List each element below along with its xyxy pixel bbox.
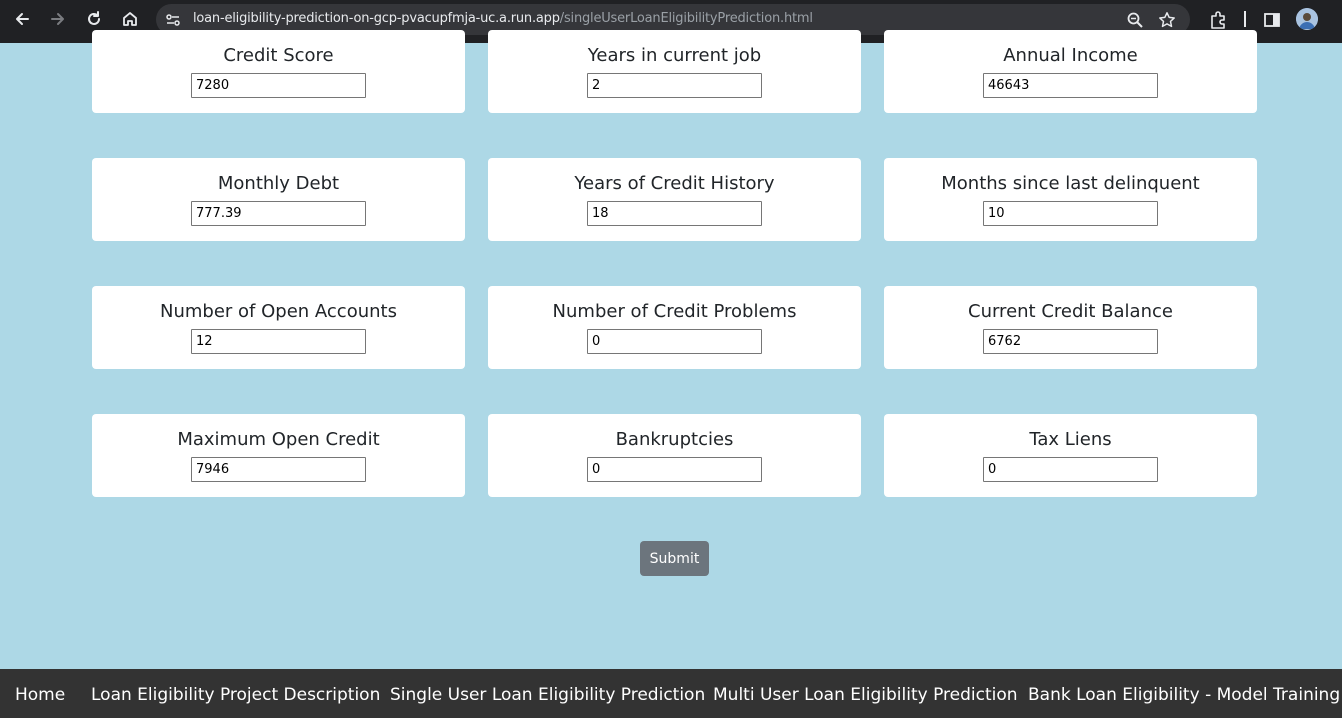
field-card-bankruptcies: Bankruptcies — [488, 414, 861, 497]
nav-link-project-description[interactable]: Loan Eligibility Project Description — [91, 685, 380, 705]
nav-link-single-user-prediction[interactable]: Single User Loan Eligibility Prediction — [390, 685, 705, 705]
side-panel-icon[interactable] — [1262, 10, 1282, 30]
nav-link-model-training[interactable]: Bank Loan Eligibility - Model Training — [1028, 685, 1340, 705]
field-label: Tax Liens — [1029, 429, 1112, 450]
annual-income-input[interactable] — [983, 73, 1158, 98]
nav-link-home[interactable]: Home — [15, 685, 65, 705]
years-in-current-job-input[interactable] — [587, 73, 762, 98]
nav-link-multi-user-prediction[interactable]: Multi User Loan Eligibility Prediction — [713, 685, 1018, 705]
field-card-tax-liens: Tax Liens — [884, 414, 1257, 497]
url-text: loan-eligibility-prediction-on-gcp-pvacu… — [193, 11, 813, 26]
field-card-months-since-last-delinquent: Months since last delinquent — [884, 158, 1257, 241]
home-icon — [123, 12, 137, 26]
months-since-last-delinquent-input[interactable] — [983, 201, 1158, 226]
field-card-monthly-debt: Monthly Debt — [92, 158, 465, 241]
field-label: Months since last delinquent — [941, 173, 1200, 194]
back-button[interactable] — [9, 6, 35, 32]
credit-score-input[interactable] — [191, 73, 366, 98]
field-card-number-of-credit-problems: Number of Credit Problems — [488, 286, 861, 369]
field-label: Bankruptcies — [615, 429, 734, 450]
home-button[interactable] — [117, 6, 143, 32]
field-label: Years of Credit History — [574, 173, 775, 194]
field-label: Number of Open Accounts — [160, 301, 397, 322]
field-card-annual-income: Annual Income — [884, 30, 1257, 113]
field-card-years-in-current-job: Years in current job — [488, 30, 861, 113]
field-card-current-credit-balance: Current Credit Balance — [884, 286, 1257, 369]
user-icon — [1296, 8, 1318, 30]
reload-icon — [88, 11, 100, 25]
number-of-open-accounts-input[interactable] — [191, 329, 366, 354]
field-card-credit-score: Credit Score — [92, 30, 465, 113]
reload-button[interactable] — [81, 6, 107, 32]
arrow-left-icon — [16, 13, 29, 25]
field-card-maximum-open-credit: Maximum Open Credit — [92, 414, 465, 497]
site-info-icon[interactable] — [164, 11, 182, 29]
maximum-open-credit-input[interactable] — [191, 457, 366, 482]
bankruptcies-input[interactable] — [587, 457, 762, 482]
submit-button[interactable]: Submit — [640, 541, 709, 576]
field-label: Current Credit Balance — [968, 301, 1173, 322]
field-label: Credit Score — [223, 45, 334, 66]
url-domain: loan-eligibility-prediction-on-gcp-pvacu… — [193, 11, 560, 26]
profile-avatar[interactable] — [1296, 8, 1318, 30]
footer-nav: Home Loan Eligibility Project Descriptio… — [0, 669, 1342, 718]
bookmark-star-icon[interactable] — [1158, 11, 1176, 29]
field-label: Annual Income — [1003, 45, 1138, 66]
arrow-right-icon — [51, 13, 64, 25]
extensions-icon[interactable] — [1208, 10, 1228, 30]
zoom-icon[interactable] — [1126, 11, 1144, 29]
url-path: /singleUserLoanEligibilityPrediction.htm… — [559, 11, 813, 26]
number-of-credit-problems-input[interactable] — [587, 329, 762, 354]
toolbar-divider — [1244, 11, 1246, 27]
forward-button[interactable] — [45, 6, 71, 32]
years-of-credit-history-input[interactable] — [587, 201, 762, 226]
tax-liens-input[interactable] — [983, 457, 1158, 482]
monthly-debt-input[interactable] — [191, 201, 366, 226]
field-label: Number of Credit Problems — [552, 301, 797, 322]
current-credit-balance-input[interactable] — [983, 329, 1158, 354]
field-card-number-of-open-accounts: Number of Open Accounts — [92, 286, 465, 369]
field-label: Monthly Debt — [217, 173, 340, 194]
field-card-years-of-credit-history: Years of Credit History — [488, 158, 861, 241]
field-label: Years in current job — [587, 45, 762, 66]
field-label: Maximum Open Credit — [177, 429, 380, 450]
